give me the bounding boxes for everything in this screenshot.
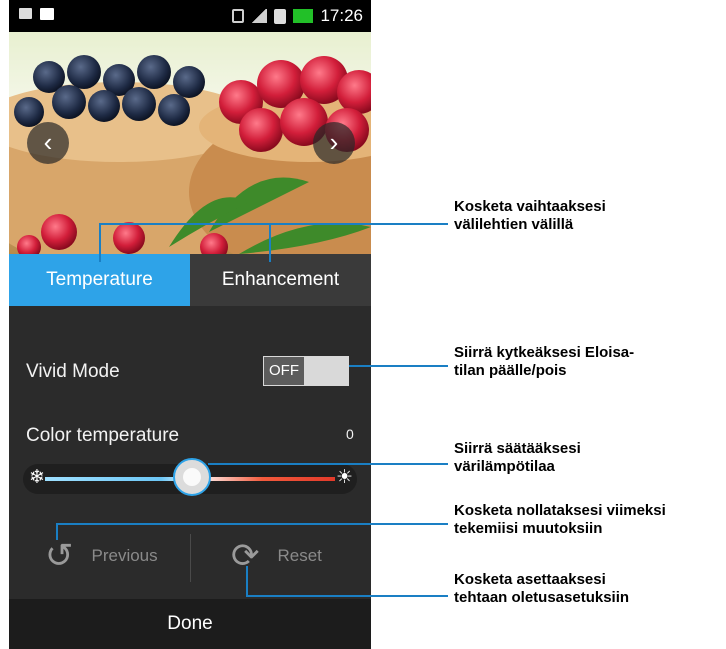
sim-card-icon [274,8,287,24]
signal-icon [251,9,268,23]
sun-icon: ☀ [336,467,354,488]
sd-card-icon [40,8,54,20]
status-clock: 17:26 [320,6,363,25]
color-temperature-label: Color temperature [26,425,180,446]
slider-thumb[interactable] [173,458,211,496]
previous-photo-button[interactable]: ‹ [27,122,69,164]
vivid-mode-toggle[interactable]: OFF [263,356,349,386]
action-divider [190,534,191,582]
preview-photo: ‹ › [9,32,371,254]
done-button[interactable]: Done [9,599,371,649]
tab-temperature[interactable]: Temperature [9,254,190,306]
chevron-right-icon: › [329,127,339,157]
toggle-state: OFF [264,357,304,385]
next-photo-button[interactable]: › [313,122,355,164]
tabs-callout: Kosketa vaihtaaksesi välilehtien välillä [454,198,606,233]
color-temperature-slider[interactable]: ❄ ☀ [23,458,357,496]
vibrate-icon [232,9,245,23]
reset-button[interactable]: ⟳ Reset [231,530,322,582]
tab-bar: Temperature Enhancement [9,254,371,306]
vivid-mode-label: Vivid Mode [26,361,120,382]
reset-label: Reset [277,546,322,565]
tab-enhancement[interactable]: Enhancement [190,254,371,306]
gallery-icon [19,8,32,19]
undo-icon: ↺ [45,537,74,575]
chevron-left-icon: ‹ [43,127,53,157]
slider-callout: Siirrä säätääksesi värilämpötilaa [454,440,581,475]
reset-callout: Kosketa asettaaksesi tehtaan oletusasetu… [454,571,630,606]
reset-icon: ⟳ [231,537,260,575]
status-bar: 17:26 [9,0,371,32]
previous-callout: Kosketa nollataksesi viimeksi tekemiisi … [454,502,666,537]
battery-icon [293,9,314,23]
previous-button[interactable]: ↺ Previous [45,530,158,582]
previous-label: Previous [91,546,158,565]
color-temperature-value: 0 [346,426,354,442]
snowflake-icon: ❄ [29,467,45,488]
phone-screen: 17:26 ‹ › Temperature Enhancement Vivid … [9,0,371,649]
vivid-mode-callout: Siirrä kytkeäksesi Eloisa- tilan päälle/… [454,344,635,379]
